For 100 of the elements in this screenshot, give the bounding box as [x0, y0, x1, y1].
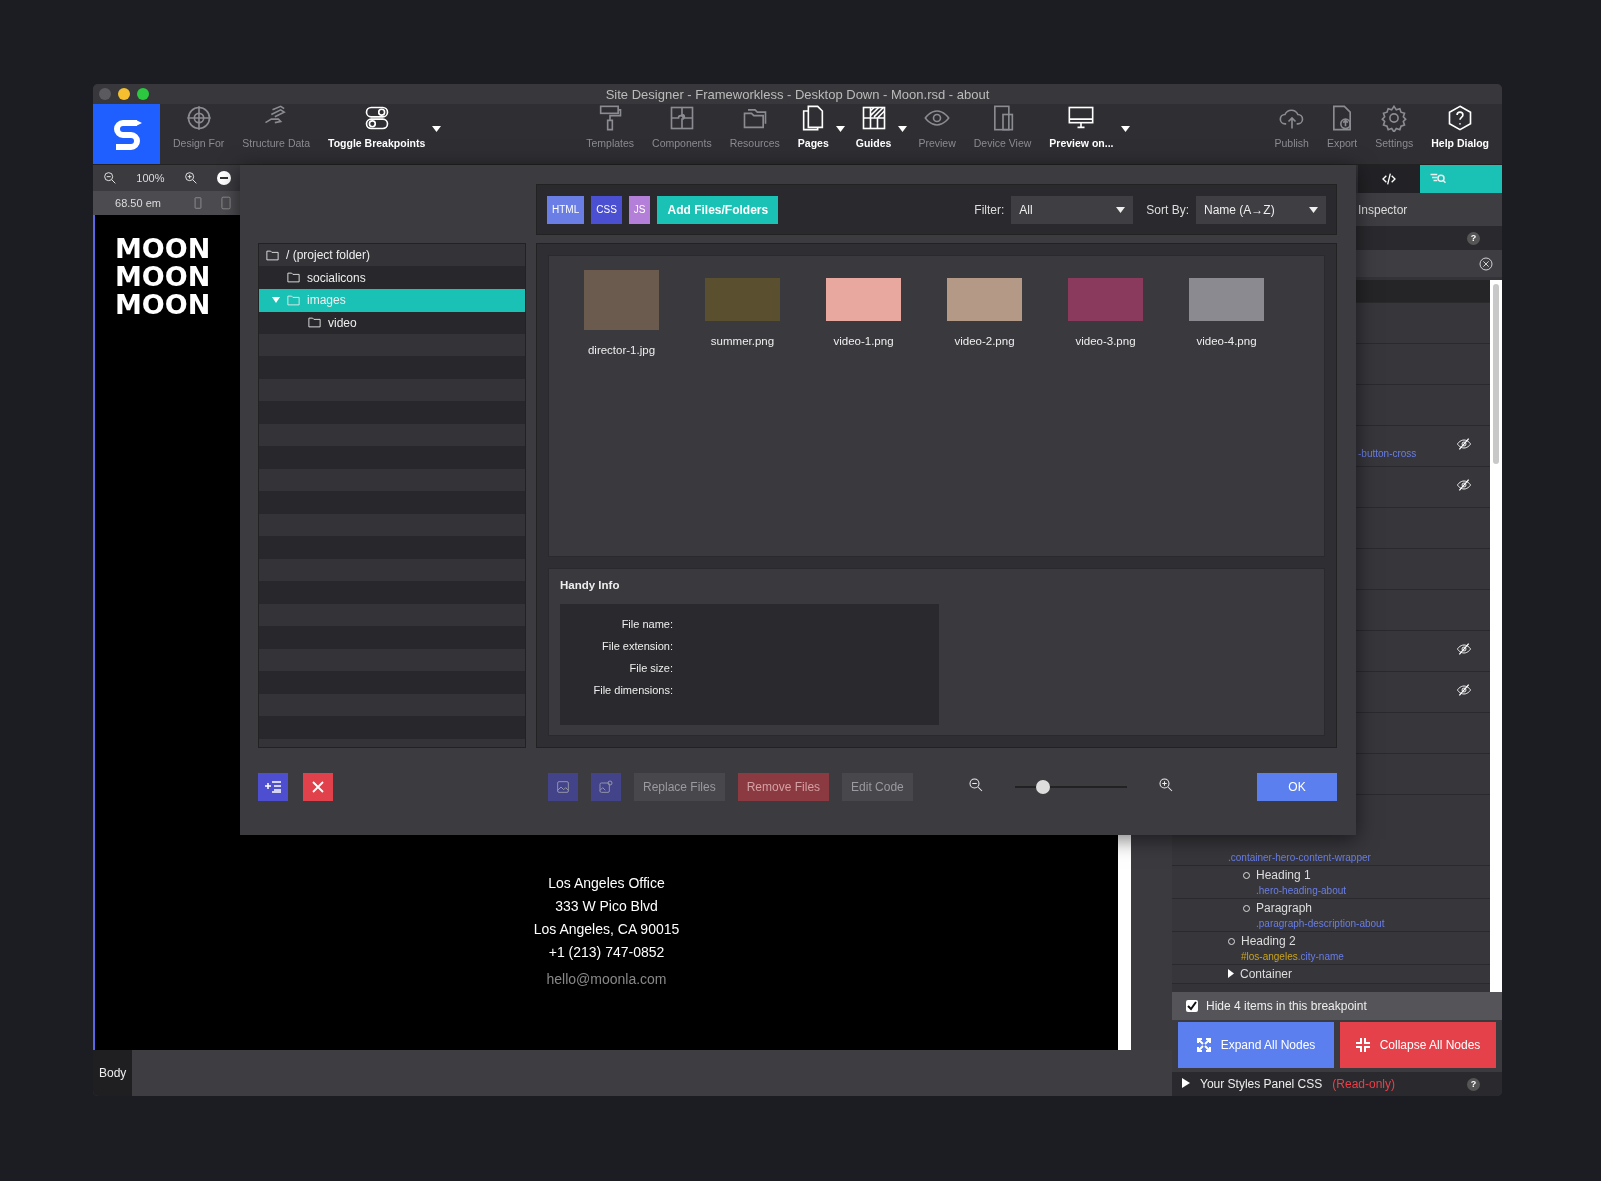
minus-circle-icon[interactable] [216, 171, 231, 185]
address-line: Los Angeles Office [548, 875, 665, 892]
file-name[interactable]: video-3.png [1075, 335, 1136, 347]
zoom-in-icon [1156, 775, 1175, 794]
address-line: 333 W Pico Blvd [555, 898, 658, 915]
breadcrumb-item[interactable]: Body [93, 1050, 133, 1096]
add-list-button[interactable] [258, 772, 288, 801]
close-circle-icon [1478, 255, 1494, 272]
expand-triangle-icon[interactable] [1182, 1077, 1190, 1091]
folder-icon [307, 315, 322, 331]
file-name[interactable]: video-4.png [1196, 335, 1257, 347]
class-selector: .hero-heading-about [1256, 885, 1347, 896]
crosshair-icon [184, 104, 213, 132]
email-link[interactable]: hello@moonla.com [546, 971, 667, 988]
eye-slash-icon [1456, 641, 1472, 657]
delete-button[interactable] [303, 772, 333, 801]
sort-label: Sort By: [1146, 202, 1189, 217]
close-icon [312, 780, 324, 793]
file-type-toggle[interactable]: HTML [547, 195, 585, 224]
caret-icon[interactable] [835, 126, 845, 132]
read-only-note: (Read-only) [1332, 1077, 1395, 1091]
folder-item[interactable]: socialicons [259, 266, 525, 289]
folder-item[interactable]: video [259, 311, 525, 334]
canvas-width: 68.50 em [114, 197, 162, 209]
image-settings-button[interactable] [591, 772, 621, 801]
sort-dropdown[interactable]: Name (A→Z) [1196, 195, 1326, 224]
node-name[interactable]: Container [1240, 967, 1293, 981]
node-name[interactable]: Heading 2 [1241, 934, 1296, 948]
window-title: Site Designer - Frameworkless - Desktop Down - Moon.rsd - about [605, 86, 990, 102]
add-list-icon [265, 779, 281, 794]
file-name[interactable]: video-2.png [954, 335, 1015, 347]
folder-icon [286, 270, 301, 286]
eye-slash-icon [1456, 436, 1472, 452]
toolbar-button[interactable]: Pages [790, 104, 836, 157]
caret-glyph [432, 126, 442, 132]
zoom-in-icon [182, 170, 199, 186]
panel-title: Inspector [1358, 202, 1408, 217]
class-selector: .city-name [1297, 951, 1344, 962]
slider-thumb[interactable] [1035, 779, 1050, 794]
collapse-all-button[interactable]: Collapse All Nodes [1340, 1022, 1496, 1068]
file-type-toggle[interactable]: CSS [591, 195, 622, 224]
folder-icon [265, 247, 280, 263]
phone-icon [191, 195, 205, 211]
file-name[interactable]: video-1.png [833, 335, 894, 347]
id-selector: #los-angeles [1241, 951, 1298, 962]
filter-dropdown[interactable]: All [1011, 195, 1134, 224]
eye-slash-icon [1456, 682, 1472, 698]
toolbar-button[interactable]: Help Dialog [1424, 104, 1496, 157]
caret-icon[interactable] [898, 126, 908, 132]
address-line: +1 (213) 747-0852 [548, 944, 665, 961]
image-button[interactable] [548, 772, 578, 801]
caret-icon[interactable] [1120, 126, 1130, 132]
node-name[interactable]: Heading 1 [1256, 868, 1311, 882]
toolbar-button[interactable]: Preview on... [1042, 104, 1121, 157]
toolbar-button[interactable]: Guides [848, 104, 899, 157]
field-label: File name: [620, 618, 673, 631]
checkbox[interactable] [1186, 1000, 1198, 1012]
field-label: File dimensions: [592, 684, 673, 697]
field-label: File size: [628, 662, 673, 675]
code-icon [1381, 171, 1397, 187]
caret-glyph [1120, 126, 1130, 132]
folder-item[interactable]: / (project folder) [259, 244, 525, 267]
section-title[interactable]: Your Styles Panel CSS [1200, 1077, 1323, 1091]
zoom-level: 100% [136, 172, 165, 184]
site-logo: MOON MOON MOON [115, 235, 211, 319]
class-selector: .container-hero-content-wrapper [1228, 852, 1371, 863]
caret-icon[interactable] [432, 126, 442, 132]
filter-label: Filter: [974, 202, 1005, 217]
eye-slash-icon [1456, 477, 1472, 493]
ok-button[interactable]: OK [1257, 772, 1337, 801]
class-selector: -button-cross [1358, 448, 1417, 459]
maximize-window-icon[interactable] [137, 88, 149, 100]
checkbox-label: Hide 4 items in this breakpoint [1206, 999, 1367, 1013]
file-name[interactable]: summer.png [710, 335, 775, 347]
expand-all-button[interactable]: Expand All Nodes [1178, 1022, 1334, 1068]
toolbar-button[interactable]: Toggle Breakpoints [321, 104, 433, 157]
scrollbar[interactable] [1490, 280, 1502, 992]
collapse-arrows-icon [1355, 1038, 1370, 1052]
help-button[interactable]: ? [1467, 231, 1480, 245]
app-logo[interactable] [93, 104, 160, 164]
file-name[interactable]: director-1.jpg [587, 344, 656, 356]
help-button[interactable]: ? [1467, 1077, 1480, 1091]
folder-icon [286, 292, 301, 308]
caret-icon [1116, 206, 1126, 213]
image-icon [555, 778, 571, 795]
class-selector: .paragraph-description-about [1256, 918, 1385, 929]
expand-triangle-icon[interactable] [1228, 967, 1234, 981]
expand-arrows-icon [1196, 1038, 1211, 1052]
settings-icon [1380, 104, 1409, 132]
zoom-out-icon [966, 775, 985, 794]
caret-glyph [898, 126, 908, 132]
caret-glyph [835, 126, 845, 132]
field-label: File extension: [601, 640, 673, 653]
minimize-window-icon[interactable] [118, 88, 130, 100]
panel-title: Handy Info [560, 579, 621, 591]
image-gear-icon [598, 778, 614, 795]
panel-tab[interactable] [1358, 165, 1420, 193]
node-name[interactable]: Paragraph [1256, 901, 1313, 915]
caret-icon [1309, 206, 1318, 213]
address-line: Los Angeles, CA 90015 [533, 921, 680, 938]
